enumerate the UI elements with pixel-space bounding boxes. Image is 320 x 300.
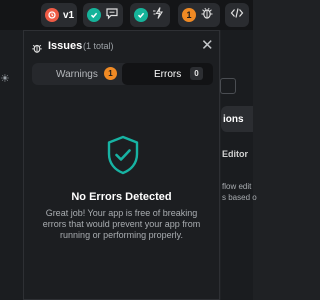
background-text: flow edit bbox=[222, 182, 252, 191]
code-icon bbox=[230, 6, 244, 24]
issues-panel: Issues (1 total) ✕ Warnings 1 Errors 0 N… bbox=[23, 30, 220, 300]
version-icon bbox=[45, 8, 59, 22]
top-toolbar: v1 1 bbox=[0, 0, 253, 30]
close-icon[interactable]: ✕ bbox=[201, 38, 214, 54]
issue-count-badge: 1 bbox=[182, 8, 196, 22]
bug-icon bbox=[200, 6, 214, 25]
tab-errors[interactable]: Errors 0 bbox=[122, 63, 213, 85]
errors-count-badge: 0 bbox=[190, 67, 203, 80]
deploy-icon bbox=[152, 6, 166, 25]
version-label: v1 bbox=[63, 9, 75, 21]
bug-icon bbox=[31, 41, 43, 59]
version-button[interactable]: v1 bbox=[41, 3, 77, 27]
issues-button[interactable]: 1 bbox=[178, 3, 220, 27]
gear-icon[interactable]: ☀ bbox=[0, 72, 10, 85]
issues-panel-header: Issues (1 total) ✕ bbox=[24, 37, 219, 57]
deploy-status-button[interactable] bbox=[130, 3, 170, 27]
shield-check-icon bbox=[106, 135, 140, 180]
check-icon bbox=[134, 8, 148, 22]
chat-icon bbox=[105, 6, 119, 25]
code-view-button[interactable] bbox=[225, 3, 249, 27]
empty-state-description: Great job! Your app is free of breaking … bbox=[42, 208, 201, 240]
chat-status-button[interactable] bbox=[83, 3, 123, 27]
background-tab[interactable]: ions bbox=[221, 106, 253, 132]
left-sidebar: ☀ bbox=[0, 30, 24, 300]
editor-heading: Editor bbox=[222, 149, 248, 159]
tab-label: Errors bbox=[154, 68, 182, 80]
background-panel bbox=[221, 30, 253, 300]
empty-state-title: No Errors Detected bbox=[71, 191, 172, 203]
tab-label: Warnings bbox=[56, 68, 98, 80]
warnings-count-badge: 1 bbox=[104, 67, 117, 80]
background-button[interactable] bbox=[220, 78, 236, 94]
issue-tabs: Warnings 1 Errors 0 bbox=[32, 63, 213, 85]
tab-warnings[interactable]: Warnings 1 bbox=[32, 63, 122, 85]
issue-total: (1 total) bbox=[83, 41, 114, 51]
panel-title: Issues bbox=[48, 40, 83, 52]
background-text: s based o bbox=[222, 193, 257, 202]
check-icon bbox=[87, 8, 101, 22]
